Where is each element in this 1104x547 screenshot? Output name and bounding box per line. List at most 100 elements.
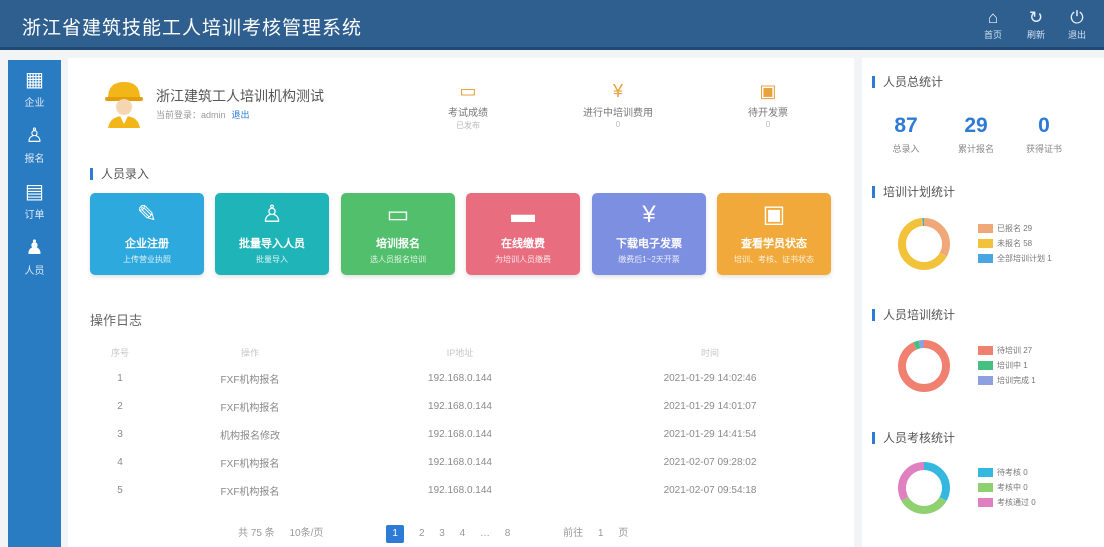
sidebar-item-personnel[interactable]: ♟ 人员: [8, 228, 61, 284]
login-user-text: 当前登录：admin: [156, 110, 226, 120]
card-sub: 选人员报名培训: [370, 255, 426, 264]
card-sub: 为培训人员缴费: [495, 255, 551, 264]
cell-no: 1: [117, 372, 123, 384]
legend-item: 待考核 0: [978, 467, 1036, 482]
pager-total: 共 75 条: [238, 528, 275, 539]
logout-label: 退出: [1067, 30, 1086, 40]
sidebar-item-orders[interactable]: ▤ 订单: [8, 172, 61, 228]
table-row: 4 FXF机构报名 192.168.0.144 2021-02-07 09:28…: [90, 448, 850, 476]
cell-ip: 192.168.0.144: [428, 400, 492, 412]
table-row: 2 FXF机构报名 192.168.0.144 2021-01-29 14:01…: [90, 392, 850, 420]
cell-no: 3: [117, 428, 123, 440]
training-title: 人员培训统计: [872, 309, 955, 321]
card-label: 查看学员状态: [741, 238, 807, 250]
card-download-invoice[interactable]: ¥ 下载电子发票 缴费后1~2天开票: [592, 193, 706, 275]
entry-section-title: 人员录入: [90, 168, 149, 180]
user-icon: ♙: [25, 125, 44, 147]
home-button[interactable]: ⌂ 首页: [975, 8, 1011, 41]
monitor-icon: ▭: [386, 201, 410, 228]
legend-item: 待培训 27: [978, 345, 1036, 360]
pager-page-4[interactable]: 4: [460, 528, 466, 539]
table-row: 1 FXF机构报名 192.168.0.144 2021-01-29 14:02…: [90, 364, 850, 392]
pager-page-2[interactable]: 2: [419, 528, 425, 539]
col-header-ip: IP地址: [446, 347, 474, 358]
edit-icon: ✎: [136, 201, 158, 228]
legend-item: 已报名 29: [978, 223, 1052, 238]
card-student-status[interactable]: ▣ 查看学员状态 培训、考核、证书状态: [717, 193, 831, 275]
cell-time: 2021-01-29 14:02:46: [663, 372, 757, 384]
refresh-button[interactable]: ↻ 刷新: [1018, 8, 1054, 41]
donut-segment: [898, 340, 950, 392]
card-training-signup[interactable]: ▭ 培训报名 选人员报名培训: [341, 193, 455, 275]
cell-no: 5: [117, 484, 123, 496]
top-header: 浙江省建筑技能工人培训考核管理系统 ⌂ 首页 ↻ 刷新 ⏻ 退出: [0, 0, 1104, 50]
org-name: 浙江建筑工人培训机构测试: [156, 88, 324, 104]
pager-page-3[interactable]: 3: [439, 528, 445, 539]
document-icon: ▣: [759, 81, 777, 101]
quick-exam-results[interactable]: ▭ 考试成绩 已发布: [418, 80, 518, 131]
pager-page-1[interactable]: 1: [386, 525, 405, 543]
cell-ip: 192.168.0.144: [428, 484, 492, 496]
col-header-op: 操作: [240, 347, 259, 358]
legend-item: 未报名 58: [978, 238, 1052, 253]
power-icon: ⏻: [1070, 8, 1084, 27]
pager-page-8[interactable]: 8: [505, 528, 511, 539]
cell-time: 2021-01-29 14:01:07: [663, 400, 757, 412]
legend-label: 培训完成 1: [997, 376, 1036, 385]
worker-avatar: [105, 82, 143, 128]
quick-label: 进行中培训费用: [583, 108, 653, 119]
legend-label: 已报名 29: [997, 224, 1033, 233]
legend-label: 全部培训计划 1: [997, 254, 1052, 263]
legend-item: 考核通过 0: [978, 497, 1036, 512]
exam-legend: 待考核 0 考核中 0 考核通过 0: [978, 467, 1036, 512]
legend-label: 培训中 1: [997, 361, 1028, 370]
pagination: 共 75 条 10条/页 1 2 3 4 … 8 前往 1 页: [238, 524, 640, 543]
legend-item: 培训中 1: [978, 360, 1036, 375]
sidebar-item-company[interactable]: ▦ 企业: [8, 60, 61, 116]
sidebar: ▦ 企业 ♙ 报名 ▤ 订单 ♟ 人员: [8, 60, 61, 547]
pager-ellipsis[interactable]: …: [480, 528, 490, 539]
sidebar-item-label: 订单: [24, 210, 45, 221]
pager-goto-label: 前往: [563, 528, 584, 539]
money-icon: ¥: [612, 81, 623, 101]
log-title: 操作日志: [90, 313, 143, 328]
stat-cert-label: 获得证书: [1025, 144, 1062, 154]
quick-pending-invoice[interactable]: ▣ 待开发票 0: [718, 80, 818, 129]
main-panel: 浙江建筑工人培训机构测试 当前登录：admin 退出 ▭ 考试成绩 已发布 ¥ 进…: [68, 58, 854, 547]
stats-panel: 人员总统计 87 总录入 29 累计报名 0 获得证书 培训计划统计 已报名 2…: [862, 58, 1104, 547]
exam-donut-chart: [898, 462, 950, 514]
quick-sub: 0: [615, 120, 621, 129]
legend-label: 待考核 0: [997, 468, 1028, 477]
id-card-icon: ▭: [459, 81, 477, 101]
cell-op: FXF机构报名: [220, 486, 280, 498]
logout-button[interactable]: ⏻ 退出: [1059, 8, 1095, 41]
legend-label: 考核通过 0: [997, 498, 1036, 507]
legend-label: 待培训 27: [997, 346, 1033, 355]
logout-link[interactable]: 退出: [232, 110, 250, 120]
status-icon: ▣: [762, 201, 786, 228]
cell-op: FXF机构报名: [220, 458, 280, 470]
card-sub: 上传营业执照: [123, 255, 171, 264]
pager-goto-input[interactable]: 1: [598, 528, 604, 539]
stat-total-label: 总录入: [892, 144, 920, 154]
cell-time: 2021-01-29 14:41:54: [663, 428, 757, 440]
quick-sub: 0: [765, 120, 771, 129]
stat-cert-value: 0: [1038, 114, 1050, 137]
quick-training-fees[interactable]: ¥ 进行中培训费用 0: [568, 80, 668, 129]
card-company-register[interactable]: ✎ 企业注册 上传营业执照: [90, 193, 204, 275]
card-label: 企业注册: [125, 238, 169, 250]
home-icon: ⌂: [987, 8, 999, 27]
card-batch-import[interactable]: ♙ 批量导入人员 批量导入: [215, 193, 329, 275]
cell-ip: 192.168.0.144: [428, 456, 492, 468]
sidebar-item-signup[interactable]: ♙ 报名: [8, 116, 61, 172]
stat-signup-value: 29: [964, 114, 988, 137]
table-row: 3 机构报名修改 192.168.0.144 2021-01-29 14:41:…: [90, 420, 850, 448]
card-label: 批量导入人员: [239, 238, 305, 250]
operation-log-table: 序号 操作 IP地址 时间 1 FXF机构报名 192.168.0.144 20…: [90, 340, 850, 504]
card-online-payment[interactable]: ▬ 在线缴费 为培训人员缴费: [466, 193, 580, 275]
quick-sub: 已发布: [456, 121, 480, 130]
table-header-row: 序号 操作 IP地址 时间: [90, 340, 850, 364]
stat-signup-label: 累计报名: [957, 144, 994, 154]
cell-no: 2: [117, 400, 123, 412]
pager-page-size[interactable]: 10条/页: [289, 524, 323, 539]
